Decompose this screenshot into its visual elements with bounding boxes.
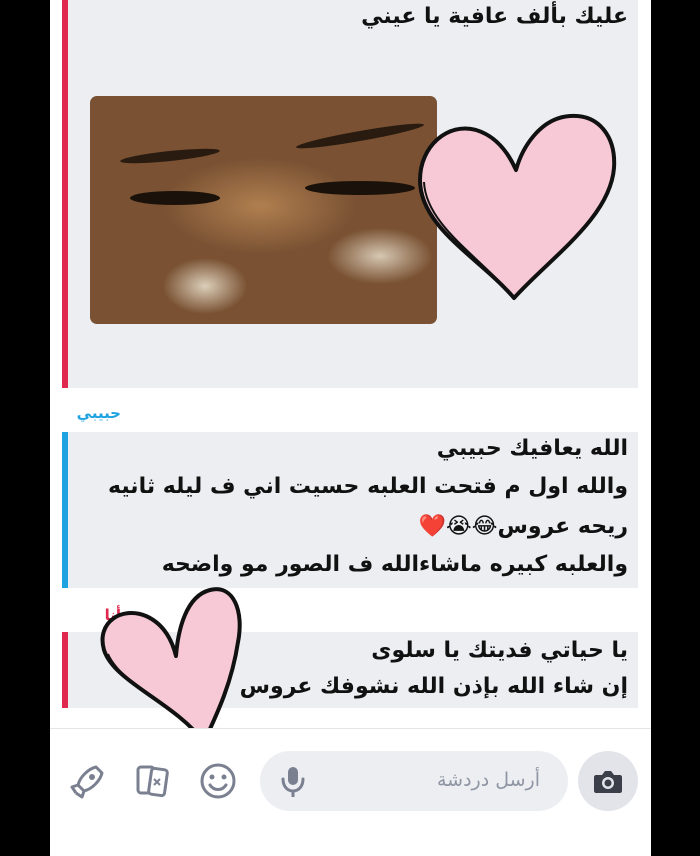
photo-brow-right bbox=[295, 119, 425, 153]
message-line: والعلبه كبيره ماشاءالله ف الصور مو واضحه bbox=[161, 552, 628, 577]
chat-input[interactable]: أرسل دردشة bbox=[260, 751, 568, 811]
microphone-icon[interactable] bbox=[280, 765, 306, 799]
camera-button[interactable] bbox=[578, 751, 638, 811]
composer-bar: أرسل دردشة bbox=[50, 728, 651, 829]
message-line: الله يعافيك حبيبي bbox=[436, 436, 628, 461]
shared-photo[interactable] bbox=[90, 96, 437, 324]
heart-sticker bbox=[100, 587, 242, 744]
message-line: عليك بألف عافية يا عيني bbox=[361, 4, 628, 29]
heart-sticker bbox=[418, 113, 617, 300]
rocket-icon[interactable] bbox=[68, 761, 108, 801]
chat-input-placeholder: أرسل دردشة bbox=[436, 769, 540, 791]
camera-icon bbox=[594, 771, 622, 793]
photo-eye-right bbox=[305, 181, 415, 195]
sender-name: حبيبي bbox=[76, 404, 121, 422]
photo-eye-left bbox=[130, 191, 220, 205]
message-line: ريحه عروس😂😭❤️ bbox=[418, 514, 628, 539]
message-line: والله اول م فتحت العلبه حسيت اني ف ليله … bbox=[107, 474, 628, 499]
chat-message: الله يعافيك حبيبي والله اول م فتحت العلب… bbox=[62, 432, 638, 588]
photo-brow-left bbox=[119, 145, 221, 167]
cards-icon[interactable] bbox=[132, 761, 172, 801]
message-bar bbox=[62, 0, 68, 388]
message-line: يا حياتي فديتك يا سلوى bbox=[371, 638, 628, 663]
chat-screen: عليك بألف عافية يا عيني حبيبي الله يعافي… bbox=[50, 0, 651, 856]
message-bar bbox=[62, 632, 68, 708]
smiley-icon[interactable] bbox=[198, 761, 238, 801]
message-line: إن شاء الله بإذن الله نشوفك عروس bbox=[239, 674, 628, 699]
message-bar bbox=[62, 432, 68, 588]
